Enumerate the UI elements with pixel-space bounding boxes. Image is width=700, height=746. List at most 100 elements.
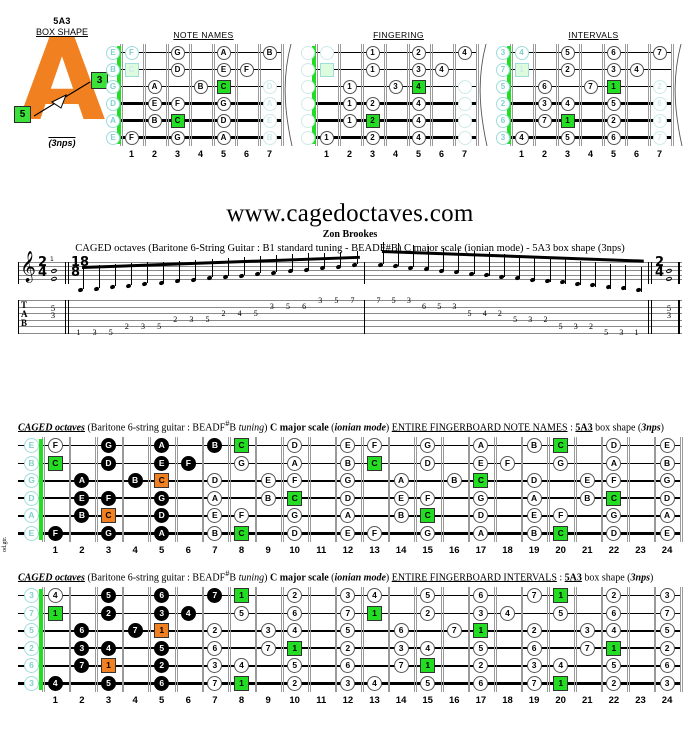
open-string-marker: 6: [24, 658, 39, 674]
fret-line: [469, 587, 471, 692]
note-stem: [610, 263, 612, 289]
fret-note-marker: A: [262, 96, 277, 111]
tab-number: 7: [350, 295, 355, 305]
fret-note-marker: 7: [652, 45, 667, 60]
fret-note-marker: B: [262, 130, 277, 145]
fret-line: [385, 44, 387, 146]
fret-note-marker: A: [154, 525, 170, 541]
fret-number: 2: [541, 149, 547, 159]
tab-number: 3: [619, 328, 624, 338]
fret-note-marker: 3: [388, 79, 403, 94]
fret-line: [283, 437, 284, 542]
fret-note-marker: 3: [260, 623, 276, 639]
fret-line: [416, 437, 417, 542]
fret-line: [309, 587, 311, 692]
fret-note-marker: E: [260, 473, 276, 489]
note-stem: [292, 254, 294, 271]
fret-line: [655, 587, 657, 692]
fret-note-marker: E: [393, 490, 409, 506]
nut: [38, 439, 43, 540]
fret-number: 14: [395, 695, 407, 706]
fret-note-marker: 6: [652, 96, 667, 111]
fret-note-marker: E: [526, 508, 542, 524]
open-string-marker: A: [24, 508, 39, 524]
header-sep6: ): [649, 572, 654, 584]
fret-note-marker: G: [216, 96, 231, 111]
header-sep4: :: [556, 572, 565, 584]
tab-line: [18, 313, 682, 314]
fret-note-marker: 2: [606, 675, 622, 691]
header-tuning-word: tuning: [238, 572, 265, 584]
fret-note-marker: 2: [659, 640, 675, 656]
fret-line: [442, 437, 444, 542]
fret-number: 6: [438, 149, 444, 159]
fret-note-marker: 5: [101, 588, 116, 604]
tab-number: 5: [558, 321, 563, 331]
note-stem: [412, 244, 414, 268]
fret-note-marker: 3: [74, 640, 90, 656]
tab-number: 1: [76, 328, 81, 338]
fret-line: [603, 44, 605, 146]
fret-note-marker: F: [287, 473, 303, 489]
ending-tab-number: 3: [666, 310, 672, 321]
fret-number: 5: [220, 149, 226, 159]
fret-note-marker: 1: [473, 623, 489, 639]
fret-note-marker: 7: [579, 640, 595, 656]
box-shape-letter-wrap: A 3 5: [12, 25, 112, 137]
fret-number: 12: [342, 545, 354, 556]
fret-number: 2: [151, 149, 157, 159]
fret-line: [43, 437, 45, 542]
fret-number: 18: [502, 695, 513, 706]
fret-note-marker: E: [659, 525, 675, 541]
big-board-note-names-header: CAGED octaves (Baritone 6-string guitar …: [18, 419, 664, 433]
fret-note-marker: 3: [393, 640, 409, 656]
fret-note-marker: E: [340, 525, 356, 541]
fret-note-marker: B: [262, 45, 277, 60]
fret-note-marker: [319, 45, 334, 60]
fret-note-marker: E: [216, 62, 231, 77]
header-sep5: box shape (: [581, 572, 631, 584]
fret-note-marker: 1: [342, 113, 357, 128]
fret-note-marker: G: [420, 525, 436, 541]
instrument-label: od.gtr.: [2, 536, 8, 552]
header-caged-octaves: CAGED octaves: [18, 572, 85, 584]
fret-note-marker: C: [553, 525, 569, 541]
fret-note-marker: 1: [560, 113, 575, 128]
music-notation: od.gtr. 𝄞 2 4 1 T A B 5 3 18 8 1 3 5 2 3 5 2 3 5 2 4 5 3 5 6 3 5 7 7 5…: [0, 242, 700, 552]
box-shape-logo: 5A3 BOX SHAPE A 3 5 (3nps): [12, 16, 112, 148]
string-line: [502, 102, 671, 105]
note-stem: [82, 266, 84, 289]
fret-line: [70, 587, 72, 692]
fret-note-marker: 2: [101, 605, 116, 621]
fret-note-marker: C: [367, 455, 382, 471]
tab-number: 3: [318, 295, 323, 305]
fret-line: [203, 437, 205, 542]
fret-note-marker: D: [420, 455, 436, 471]
fretboard-grid: 1241341341241241241234567: [301, 44, 490, 164]
tab-number: 3: [573, 321, 578, 331]
fret-number: 24: [661, 545, 673, 556]
ending-time-bottom: 4: [655, 265, 665, 280]
fret-note-marker: F: [234, 508, 249, 524]
note-stem: [640, 266, 642, 293]
open-string-marker: G: [106, 79, 120, 94]
fret-number: 12: [342, 695, 354, 706]
fret-note-marker: C: [606, 490, 622, 506]
fret-note-marker: 3: [659, 675, 675, 691]
fret-line: [416, 587, 417, 692]
fret-note-marker: 4: [101, 640, 116, 656]
fret-note-marker: E: [154, 455, 170, 471]
tab-number: 3: [189, 315, 194, 325]
header-nps: 3nps: [641, 422, 661, 434]
open-string-marker: 3: [24, 588, 39, 604]
fretboard-grid: EBGDAEFGABCDEFABCDEFGABCDEFGAB1234567: [106, 44, 295, 164]
fret-note-marker: D: [526, 473, 542, 489]
fret-number: 3: [105, 545, 112, 556]
fret-number: 21: [582, 695, 593, 706]
fret-line: [121, 44, 123, 146]
fret-note-marker: 5: [560, 45, 575, 60]
fret-note-marker: 3: [659, 588, 675, 604]
fretboard-cutoff-icon: [284, 44, 293, 146]
fret-note-marker: F: [101, 490, 116, 506]
fret-number: 4: [392, 149, 398, 159]
